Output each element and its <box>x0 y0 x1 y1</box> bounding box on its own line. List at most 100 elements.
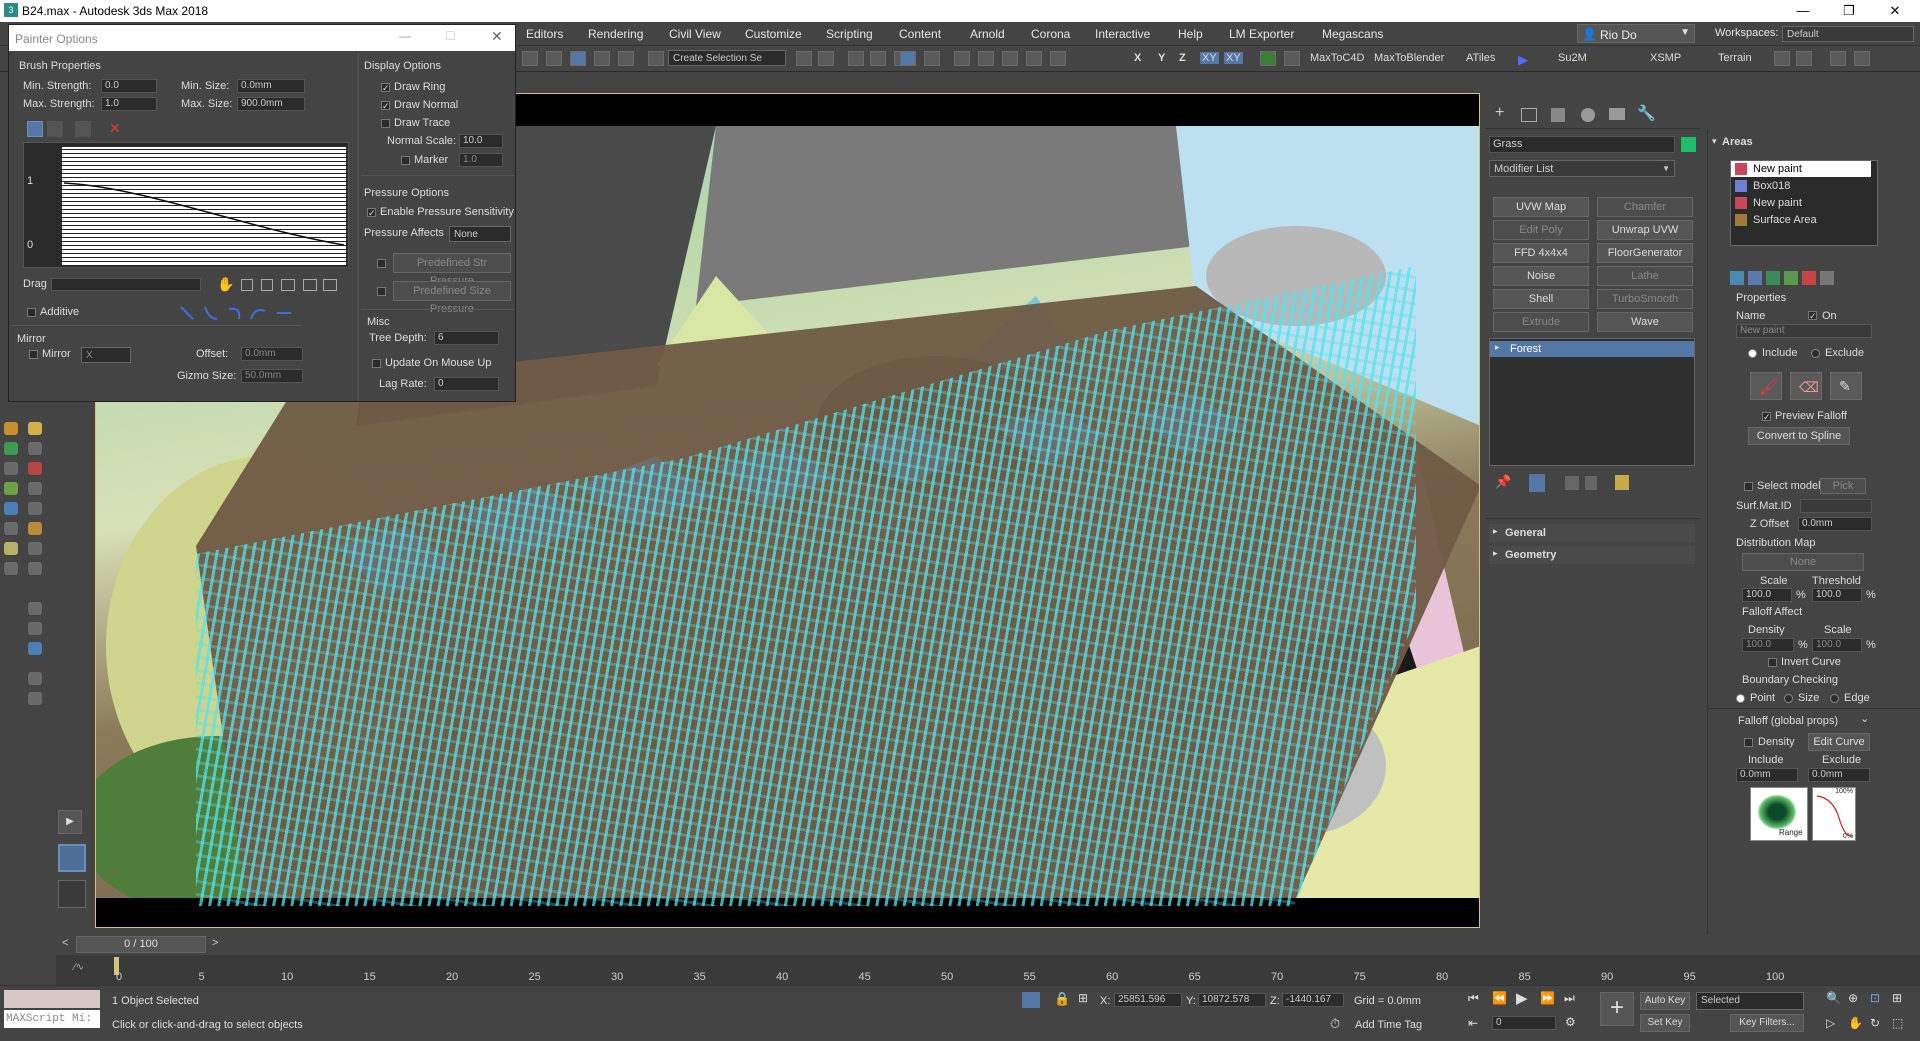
maxscript-listener-top[interactable] <box>4 990 100 1008</box>
menu-customize[interactable]: Customize <box>745 27 802 41</box>
frame-indicator[interactable]: 0 / 100 <box>76 936 206 953</box>
viewport-layout-quad-icon[interactable] <box>58 880 86 908</box>
show-end-result-icon[interactable] <box>1529 474 1545 492</box>
menu-lm-exporter[interactable]: LM Exporter <box>1229 27 1294 41</box>
align-icon[interactable] <box>818 51 834 66</box>
pick-button[interactable]: Pick <box>1820 478 1866 494</box>
spinner-snap-icon[interactable] <box>618 51 634 66</box>
hierarchy-tab-icon[interactable] <box>1551 108 1565 122</box>
dialog-maximize-icon[interactable]: ☐ <box>445 29 456 43</box>
time-config-icon[interactable]: ⚙ <box>1565 1015 1576 1029</box>
motion-icon[interactable] <box>4 482 18 495</box>
object-color-swatch[interactable] <box>1681 137 1696 152</box>
remove-area-icon[interactable] <box>1802 271 1816 285</box>
rollout-general[interactable]: ▸ General <box>1489 524 1695 542</box>
tool-icon[interactable] <box>28 522 42 535</box>
x-coord-field[interactable]: 25851.596 <box>1114 993 1182 1007</box>
add-area-icon[interactable] <box>1730 271 1744 285</box>
zoom-icon[interactable]: 🔍 <box>1826 991 1841 1005</box>
curve-move-icon[interactable] <box>27 121 43 137</box>
rendered-frame-icon[interactable] <box>1002 51 1018 66</box>
plugin-icon[interactable] <box>1284 51 1300 66</box>
edit-named-selection-icon[interactable] <box>648 51 664 66</box>
display-tab-icon[interactable] <box>1609 108 1625 120</box>
predef-str-checkbox[interactable] <box>377 259 386 268</box>
menu-megascans[interactable]: Megascans <box>1322 27 1383 41</box>
play-animation-icon[interactable]: ▶ <box>1516 989 1528 1007</box>
plugin-settings-icon[interactable] <box>1796 51 1812 66</box>
area-options-icon[interactable] <box>1820 271 1834 285</box>
axis-z-button[interactable]: Z <box>1179 52 1186 64</box>
plugin-grid-icon[interactable] <box>1774 51 1790 66</box>
zoom-extents-icon[interactable]: ⊡ <box>1870 991 1880 1005</box>
modifier-chamfer-button[interactable]: Chamfer <box>1597 197 1693 217</box>
curve-delete-icon[interactable]: ✕ <box>109 120 121 137</box>
z-coord-field[interactable]: -1440.167 <box>1282 993 1344 1007</box>
undo-icon[interactable] <box>522 51 538 66</box>
track-bar[interactable]: ⁄∿ 0 5 10 15 20 25 30 35 40 45 50 55 60 65 70 75 80 85 90 9… <box>56 955 1920 985</box>
bc-edge-radio[interactable] <box>1830 694 1839 703</box>
create-tab-icon[interactable] <box>4 422 18 435</box>
snap-3d-icon[interactable] <box>546 51 562 66</box>
play-plugin-icon[interactable]: ▶ <box>1518 52 1528 68</box>
material-editor-icon[interactable] <box>954 51 970 66</box>
area-name-field[interactable]: New paint <box>1736 324 1872 338</box>
predefined-size-pressure-button[interactable]: Predefined Size Pressure <box>393 281 511 315</box>
next-frame-icon[interactable]: > <box>212 937 218 949</box>
zoom-extents-icon[interactable] <box>241 279 253 291</box>
tool2-icon[interactable] <box>28 542 42 555</box>
dialog-minimize-icon[interactable]: — <box>399 29 411 43</box>
axis-x-button[interactable]: X <box>1134 52 1141 64</box>
add-time-tag[interactable]: Add Time Tag <box>1355 1019 1422 1031</box>
area-item-surface-area[interactable]: Surface Area <box>1731 212 1871 228</box>
set-key-big-button[interactable]: + <box>1600 992 1634 1026</box>
pan-hand-icon[interactable]: ✋ <box>217 276 234 293</box>
prev-frame-icon[interactable]: < <box>62 937 68 949</box>
field-of-view-icon[interactable]: ▷ <box>1826 1016 1835 1030</box>
goto-start-icon[interactable]: ⏮ <box>1468 991 1479 1006</box>
surf-mat-id-field[interactable] <box>1800 499 1872 513</box>
predef-size-checkbox[interactable] <box>377 287 386 296</box>
add-paint-icon[interactable] <box>1784 271 1798 285</box>
display-icon[interactable] <box>4 502 18 515</box>
modifier-list-dropdown[interactable]: Modifier List ▼ <box>1489 160 1675 177</box>
plugin-maxtoc4d[interactable]: MaxToC4D <box>1310 52 1364 64</box>
maximize-toggle-icon[interactable]: ⬚ <box>1892 1016 1903 1030</box>
menu-arnold[interactable]: Arnold <box>970 27 1005 41</box>
material-icon[interactable] <box>4 542 18 555</box>
exclude-radio[interactable] <box>1811 349 1820 358</box>
zoom-region-icon[interactable] <box>303 279 317 291</box>
create-tab-icon[interactable]: + <box>1495 105 1511 122</box>
make-unique-icon[interactable] <box>1565 476 1579 490</box>
tool3-icon[interactable] <box>4 562 18 575</box>
min-strength-spinner[interactable]: 0.0 <box>101 79 157 93</box>
erase-button[interactable]: ⌫ <box>1790 372 1822 400</box>
marker-checkbox[interactable] <box>401 156 410 165</box>
dist-scale-spinner[interactable]: 100.0 <box>1742 588 1792 602</box>
painter-dialog-header[interactable]: Painter Options — ☐ ✕ <box>9 25 515 51</box>
key-mode-icon[interactable]: ⇤ <box>1468 1016 1478 1030</box>
convert-to-spline-button[interactable]: Convert to Spline <box>1748 427 1850 445</box>
menu-editors[interactable]: Editors <box>526 27 563 41</box>
time-tag-icon[interactable]: ⏱ <box>1330 1016 1340 1032</box>
menu-corona[interactable]: Corona <box>1031 27 1070 41</box>
mirror-axis-select[interactable]: X <box>81 347 131 363</box>
rollout-geometry[interactable]: ▸ Geometry <box>1489 546 1695 564</box>
drag-slider[interactable] <box>51 278 201 291</box>
normal-scale-spinner[interactable]: 10.0 <box>459 134 503 148</box>
plugin-terrain[interactable]: Terrain <box>1718 52 1752 64</box>
curve-insert-icon[interactable] <box>75 121 91 137</box>
hierarchy-icon[interactable] <box>4 462 18 475</box>
area-item-new-paint-2[interactable]: New paint <box>1731 195 1871 211</box>
fa-scale-spinner[interactable]: 100.0 <box>1812 638 1862 652</box>
select-models-checkbox[interactable] <box>1744 482 1753 491</box>
axis-y-button[interactable]: Y <box>1158 52 1165 64</box>
add-spline-icon[interactable] <box>1748 271 1762 285</box>
close-window-button[interactable]: ✕ <box>1872 0 1918 22</box>
tool4-icon[interactable] <box>28 562 42 575</box>
modifier-noise-button[interactable]: Noise <box>1493 266 1589 286</box>
next-key-icon[interactable]: ⏩ <box>1540 991 1555 1005</box>
mirror-icon[interactable] <box>796 51 812 66</box>
modifier-edit-poly-button[interactable]: Edit Poly <box>1493 220 1589 240</box>
plugin-arrow-icon[interactable] <box>1260 51 1276 66</box>
